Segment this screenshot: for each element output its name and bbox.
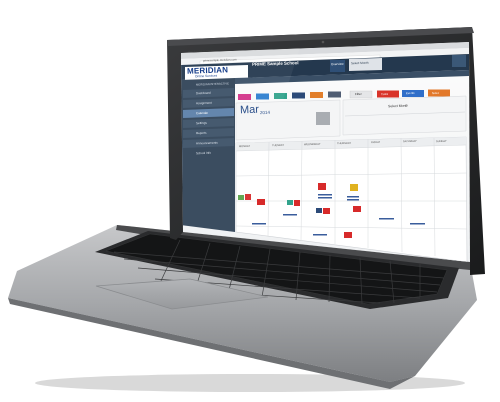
calendar-month: Mar (239, 103, 260, 117)
day-header-sunday: SUNDAY (435, 139, 447, 143)
select-month-label[interactable]: Select Month (388, 104, 409, 109)
school-name: PRIME Sample School (251, 60, 299, 67)
sidebar-item-calendar[interactable]: Calendar (196, 111, 208, 115)
sidebar-item-announcements[interactable]: Announcements (196, 141, 218, 146)
legend-notes[interactable]: Notes (432, 90, 439, 94)
day-header-monday: MONDAY (238, 144, 251, 149)
screen-text-layer: MERIDIAN Online Services PRIME Sample Sc… (0, 0, 500, 402)
day-header-saturday: SATURDAY (402, 139, 417, 144)
window-title: MeridianVue Calendar (187, 49, 214, 54)
day-header-thursday: THURSDAY (336, 141, 352, 146)
brand-tagline: Online Services (194, 73, 218, 79)
sidebar-item-school-info[interactable]: School Info (196, 151, 211, 156)
sidebar-item-assignment[interactable]: Assignment (196, 101, 212, 106)
day-header-tuesday: TUESDAY (271, 143, 285, 148)
browser-url[interactable]: primesample.meridian.com (203, 57, 237, 62)
laptop-mockup: MERIDIAN Online Services PRIME Sample Sc… (0, 0, 500, 402)
calendar-year: 2014 (259, 109, 271, 116)
sidebar-item-reports[interactable]: Reports (196, 131, 207, 135)
day-header-wednesday: WEDNESDAY (303, 142, 321, 147)
sidebar-item-dashboard[interactable]: Dashboard (196, 91, 211, 96)
day-header-friday: FRIDAY (370, 140, 381, 145)
legend-tasks[interactable]: Tasks (381, 91, 388, 95)
header-home-link[interactable]: Overview (331, 62, 344, 66)
sidebar-item-settings[interactable]: Settings (196, 121, 207, 125)
sidebar-title: MERIDIAN INTERACTIVE (195, 81, 230, 87)
legend-events[interactable]: Events (406, 91, 415, 95)
header-switch-button[interactable]: Select Month (351, 61, 369, 66)
filter-label[interactable]: Filter (355, 92, 362, 96)
